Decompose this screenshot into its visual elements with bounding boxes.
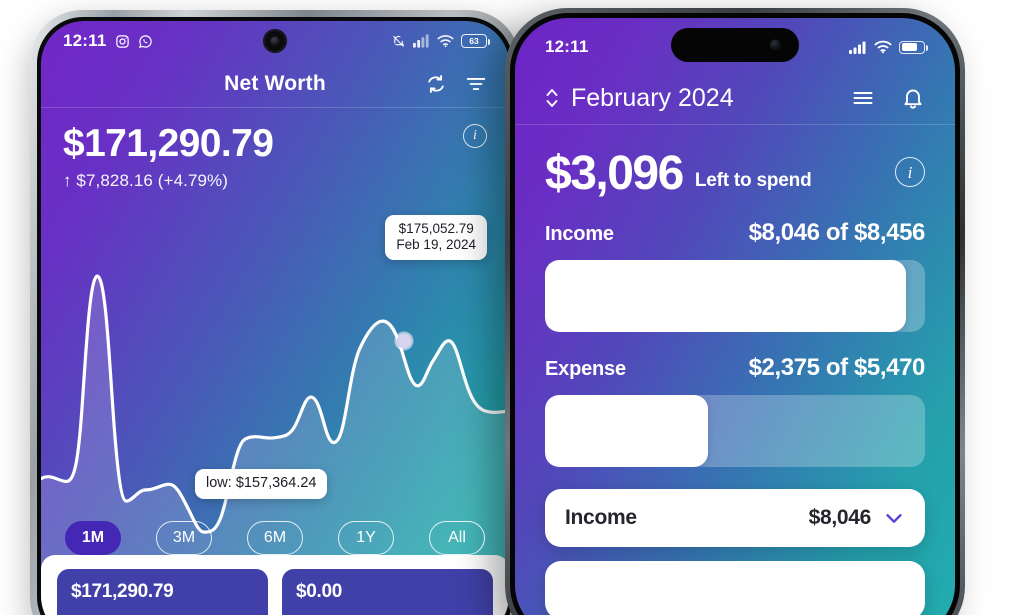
- wifi-icon: [437, 34, 454, 48]
- phone-left-screen: 12:11 63 Net Worth $171,290.79 ↑ $7,828.…: [41, 21, 509, 615]
- range-button-all[interactable]: All: [429, 521, 485, 555]
- left-to-spend-amount: $3,096: [545, 147, 684, 200]
- account-card-assets[interactable]: $171,290.79: [57, 569, 268, 615]
- budget-income-row: Income $8,046 of $8,456: [545, 219, 925, 247]
- range-button-1m[interactable]: 1M: [65, 521, 121, 555]
- phone-right-screen: 12:11 February 2024 $3,096 Left to spend…: [515, 18, 955, 615]
- phone-device-right: 12:11 February 2024 $3,096 Left to spend…: [505, 8, 965, 615]
- chevron-down-icon[interactable]: [883, 507, 905, 529]
- range-button-1y[interactable]: 1Y: [338, 521, 394, 555]
- app-header-right: February 2024: [515, 72, 955, 124]
- account-card-liabilities[interactable]: $0.00: [282, 569, 493, 615]
- tooltip-high-value: $175,052.79: [398, 221, 474, 236]
- phone-right-bezel: 12:11 February 2024 $3,096 Left to spend…: [510, 13, 960, 615]
- battery-percent: 63: [469, 35, 479, 46]
- status-bar-left-group: 12:11: [63, 31, 153, 51]
- budget-expense-value: $2,375 of $5,470: [748, 353, 926, 381]
- instagram-icon: [115, 34, 130, 49]
- account-card-assets-value: $171,290.79: [71, 581, 174, 602]
- budget-expense-progress-fill: [545, 394, 709, 467]
- chevron-up-down-icon: [545, 86, 559, 110]
- menu-icon[interactable]: [851, 86, 875, 110]
- chart-high-tooltip: $175,052.79 Feb 19, 2024: [385, 215, 487, 260]
- accounts-sheet: $171,290.79 $0.00: [41, 555, 509, 615]
- budget-income-label: Income: [545, 222, 614, 245]
- income-list-card-value: $8,046: [808, 505, 872, 529]
- front-camera-punchhole-icon: [263, 29, 287, 53]
- header-actions: [851, 86, 925, 110]
- left-to-spend-label: Left to spend: [694, 169, 812, 191]
- chart-current-marker[interactable]: [396, 333, 412, 349]
- info-icon[interactable]: i: [463, 124, 487, 148]
- filter-icon[interactable]: [465, 73, 487, 95]
- net-worth-block: $171,290.79 ↑ $7,828.16 (+4.79%) i: [41, 108, 509, 191]
- budget-expense-progress[interactable]: [545, 394, 925, 467]
- header-actions: [425, 73, 487, 95]
- net-worth-amount: $171,290.79: [63, 122, 274, 165]
- whatsapp-icon: [138, 34, 153, 49]
- budget-income-section: Income $8,046 of $8,456: [515, 197, 955, 332]
- income-list-card-right: $8,046: [809, 506, 905, 530]
- cellular-signal-icon: [849, 41, 867, 54]
- budget-income-progress-fill: [545, 259, 906, 332]
- month-selector[interactable]: February 2024: [545, 84, 734, 113]
- wifi-icon: [874, 40, 892, 54]
- income-list-card-label: Income: [565, 505, 637, 529]
- battery-icon: [899, 40, 928, 54]
- bell-off-icon: [391, 34, 406, 49]
- status-time: 12:11: [545, 37, 589, 56]
- range-button-3m[interactable]: 3M: [156, 521, 212, 555]
- phone-device-left: 12:11 63 Net Worth $171,290.79 ↑ $7,828.…: [30, 10, 520, 615]
- screenshot-stage: 12:11 63 Net Worth $171,290.79 ↑ $7,828.…: [0, 0, 1024, 615]
- income-list-card[interactable]: Income $8,046: [545, 488, 925, 547]
- range-selector: 1M 3M 6M 1Y All: [41, 521, 509, 555]
- tooltip-high-date: Feb 19, 2024: [396, 237, 476, 253]
- phone-left-bezel: 12:11 63 Net Worth $171,290.79 ↑ $7,828.…: [37, 17, 513, 615]
- bell-icon[interactable]: [901, 86, 925, 110]
- status-time: 12:11: [63, 31, 107, 50]
- net-worth-change: ↑ $7,828.16 (+4.79%): [63, 171, 229, 190]
- budget-income-progress[interactable]: [545, 259, 925, 332]
- range-button-6m[interactable]: 6M: [247, 521, 303, 555]
- month-label: February 2024: [571, 83, 734, 112]
- left-to-spend-block: $3,096 Left to spend i: [515, 125, 955, 197]
- left-to-spend-row: $3,096 Left to spend: [545, 147, 925, 200]
- status-bar-right-group: [849, 36, 928, 54]
- budget-expense-row: Expense $2,375 of $5,470: [545, 354, 925, 382]
- battery-icon: 63: [461, 34, 490, 48]
- refresh-icon[interactable]: [425, 73, 447, 95]
- next-list-card[interactable]: [545, 560, 925, 615]
- info-icon[interactable]: i: [895, 157, 925, 187]
- dynamic-island-icon: [671, 28, 799, 62]
- budget-income-value: $8,046 of $8,456: [748, 218, 926, 246]
- budget-expense-label: Expense: [545, 357, 626, 380]
- chart-low-tooltip: low: $157,364.24: [195, 469, 328, 499]
- app-header-left: Net Worth: [41, 61, 509, 107]
- account-card-liabilities-value: $0.00: [296, 581, 343, 602]
- cellular-signal-icon: [413, 34, 430, 48]
- budget-expense-section: Expense $2,375 of $5,470: [515, 332, 955, 467]
- status-bar-right-group: 63: [391, 34, 490, 49]
